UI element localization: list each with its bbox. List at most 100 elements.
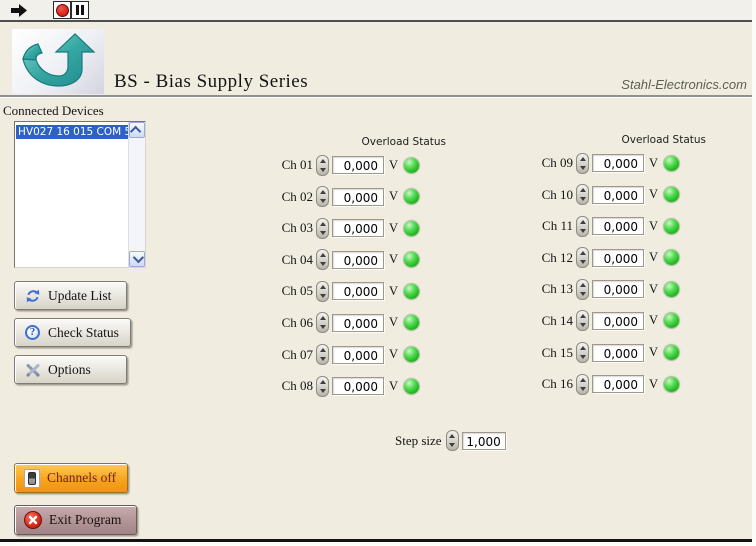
channel-label: Ch 01 (280, 157, 313, 173)
voltage-field[interactable]: 0,000 (332, 314, 384, 332)
channel-column-left: Overload Status Ch 01 0,000 V Ch 02 (280, 136, 448, 407)
app-window: BS - Bias Supply Series Stahl-Electronic… (0, 0, 756, 546)
value-spinner (576, 342, 589, 363)
unit-label: V (389, 252, 398, 267)
decrement-button[interactable] (580, 387, 586, 391)
decrement-button[interactable] (320, 199, 326, 203)
decrement-button[interactable] (320, 231, 326, 235)
step-size-field[interactable]: 1,000 (462, 432, 506, 450)
voltage-field[interactable]: 0,000 (332, 251, 384, 269)
check-status-button[interactable]: ? Check Status (14, 318, 131, 347)
increment-button[interactable] (580, 346, 586, 350)
increment-button[interactable] (580, 188, 586, 192)
channel-label: Ch 16 (540, 376, 573, 392)
decrement-button[interactable] (320, 389, 326, 393)
voltage-field[interactable]: 0,000 (592, 375, 644, 393)
voltage-field[interactable]: 0,000 (592, 249, 644, 267)
overload-status-header: Overload Status (540, 134, 708, 147)
increment-button[interactable] (580, 283, 586, 287)
decrement-button[interactable] (580, 260, 586, 264)
channel-row: Ch 03 0,000 V (280, 217, 448, 239)
update-list-button[interactable]: Update List (14, 281, 127, 310)
check-status-label: Check Status (48, 325, 119, 341)
decrement-button[interactable] (580, 229, 586, 233)
voltage-field[interactable]: 0,000 (332, 346, 384, 364)
scrollbar-up-button[interactable] (129, 122, 145, 138)
increment-button[interactable] (580, 220, 586, 224)
run-arrow-icon (10, 3, 28, 18)
decrement-button[interactable] (320, 325, 326, 329)
increment-button[interactable] (580, 378, 586, 382)
tools-icon (24, 361, 41, 378)
increment-button[interactable] (320, 159, 326, 163)
increment-button[interactable] (320, 253, 326, 257)
device-list-item[interactable]: HV027 16 015 COM 55 (16, 125, 128, 139)
channel-label: Ch 12 (540, 250, 573, 266)
overload-led (404, 315, 419, 330)
channel-rows-left: Ch 01 0,000 V Ch 02 0,000 (280, 154, 448, 397)
channel-row: Ch 02 0,000 V (280, 186, 448, 208)
channel-label: Ch 11 (540, 218, 573, 234)
voltage-field[interactable]: 0,000 (592, 154, 644, 172)
channel-label: Ch 09 (540, 155, 573, 171)
decrement-button[interactable] (449, 443, 455, 447)
decrement-button[interactable] (580, 166, 586, 170)
voltage-field[interactable]: 0,000 (332, 156, 384, 174)
decrement-button[interactable] (320, 294, 326, 298)
increment-button[interactable] (320, 380, 326, 384)
decrement-button[interactable] (580, 323, 586, 327)
scrollbar-down-button[interactable] (129, 251, 145, 267)
voltage-field[interactable]: 0,000 (332, 188, 384, 206)
decrement-button[interactable] (320, 262, 326, 266)
voltage-field[interactable]: 0,000 (592, 186, 644, 204)
overload-led (404, 158, 419, 173)
value-spinner (576, 374, 589, 395)
window-right-edge (752, 0, 756, 546)
channels-off-button[interactable]: Channels off (14, 463, 128, 493)
channel-row: Ch 12 0,000 V (540, 247, 708, 269)
voltage-field[interactable]: 0,000 (592, 344, 644, 362)
decrement-button[interactable] (580, 197, 586, 201)
unit-label: V (389, 347, 398, 362)
channel-label: Ch 15 (540, 345, 573, 361)
decrement-button[interactable] (320, 357, 326, 361)
chevron-down-icon (133, 252, 144, 263)
options-button[interactable]: Options (14, 355, 127, 384)
increment-button[interactable] (580, 251, 586, 255)
increment-button[interactable] (320, 285, 326, 289)
list-scrollbar[interactable] (128, 122, 145, 267)
increment-button[interactable] (320, 348, 326, 352)
decrement-button[interactable] (320, 168, 326, 172)
unit-label: V (649, 377, 658, 392)
voltage-field[interactable]: 0,000 (592, 217, 644, 235)
increment-button[interactable] (320, 316, 326, 320)
exit-program-button[interactable]: Exit Program (14, 505, 137, 535)
channel-row: Ch 10 0,000 V (540, 184, 708, 206)
voltage-field[interactable]: 0,000 (332, 282, 384, 300)
increment-button[interactable] (320, 190, 326, 194)
unit-label: V (389, 221, 398, 236)
voltage-field[interactable]: 0,000 (592, 280, 644, 298)
decrement-button[interactable] (580, 355, 586, 359)
increment-button[interactable] (320, 222, 326, 226)
channel-row: Ch 09 0,000 V (540, 152, 708, 174)
value-spinner (316, 376, 329, 397)
run-button[interactable] (8, 2, 30, 19)
voltage-field[interactable]: 0,000 (332, 377, 384, 395)
increment-button[interactable] (580, 157, 586, 161)
voltage-field[interactable]: 0,000 (592, 312, 644, 330)
decrement-button[interactable] (580, 292, 586, 296)
overload-led (404, 221, 419, 236)
device-items: HV027 16 015 COM 55 (15, 122, 145, 140)
increment-button[interactable] (449, 434, 455, 438)
voltage-field[interactable]: 0,000 (332, 219, 384, 237)
stop-button[interactable] (53, 1, 71, 19)
pause-button[interactable] (71, 1, 89, 19)
increment-button[interactable] (580, 314, 586, 318)
overload-led (404, 347, 419, 362)
channel-label: Ch 08 (280, 378, 313, 394)
overload-status-header: Overload Status (280, 136, 448, 149)
unit-label: V (649, 187, 658, 202)
unit-label: V (389, 189, 398, 204)
channel-row: Ch 06 0,000 V (280, 312, 448, 334)
